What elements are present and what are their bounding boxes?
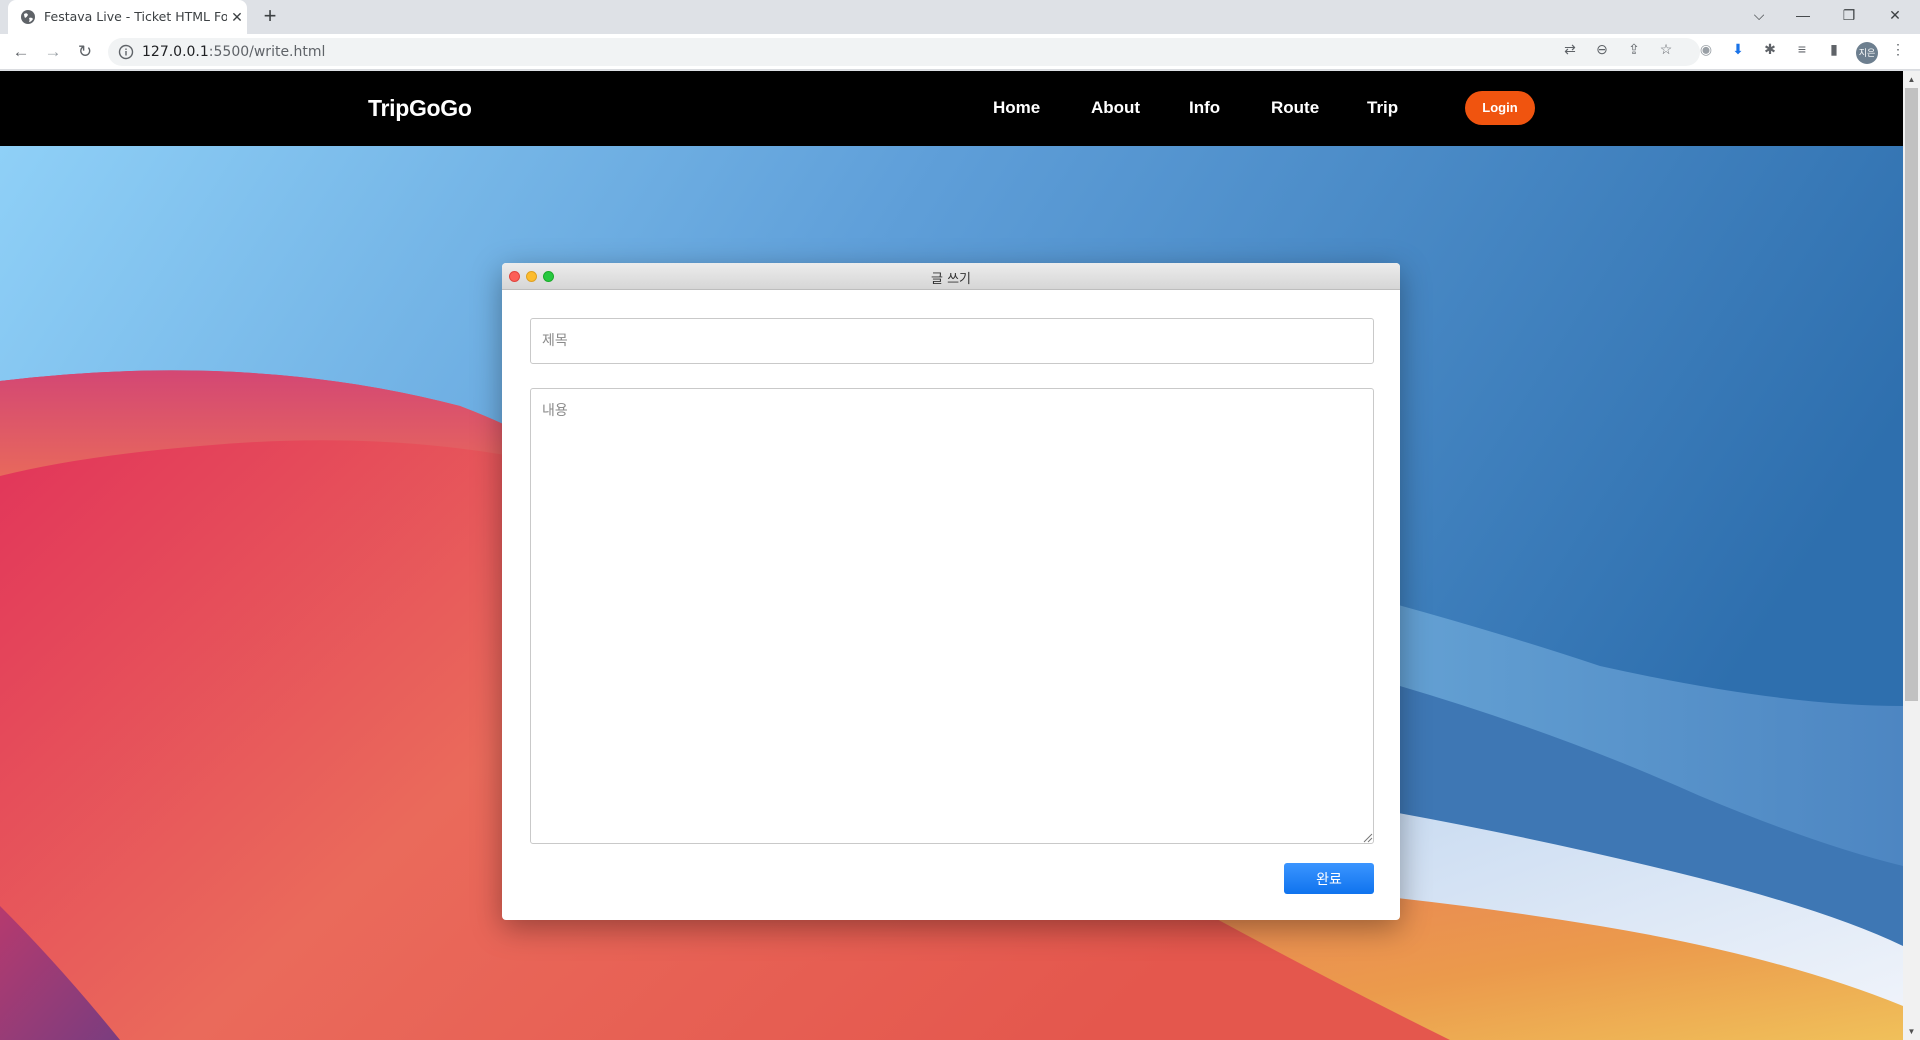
submit-button[interactable]: 완료 [1284, 863, 1374, 894]
nav-info[interactable]: Info [1189, 98, 1220, 118]
forward-icon[interactable]: → [41, 40, 65, 64]
window-title: 글 쓰기 [930, 272, 971, 287]
title-input[interactable] [530, 318, 1374, 364]
minimize-icon[interactable]: — [1780, 0, 1826, 30]
window-close-icon[interactable]: ✕ [1872, 0, 1918, 30]
url-path: :5500/write.html [208, 44, 326, 60]
browser-tab[interactable]: Festava Live - Ticket HTML Form ✕ [8, 0, 247, 34]
scroll-up-icon[interactable]: ▲ [1903, 71, 1920, 88]
scroll-thumb[interactable] [1905, 88, 1918, 701]
nav-home[interactable]: Home [993, 98, 1040, 118]
address-bar[interactable]: 127.0.0.1:5500/write.html [108, 38, 1700, 66]
reload-icon[interactable]: ↻ [73, 40, 97, 64]
puzzle-icon[interactable]: ✱ [1760, 39, 1780, 59]
nav-route[interactable]: Route [1271, 98, 1319, 118]
nav-about[interactable]: About [1091, 98, 1140, 118]
back-icon[interactable]: ← [9, 40, 33, 64]
browser-toolbar: ← → ↻ 127.0.0.1:5500/write.html ⇄ ⊖ ⇪ ☆ … [0, 34, 1920, 70]
write-window: 글 쓰기 완료 [502, 263, 1400, 920]
page-viewport: TripGoGo Home About Info Route Trip Logi… [0, 71, 1903, 1040]
chevron-down-icon[interactable]: ⌵ [1736, 0, 1782, 30]
zoom-out-icon[interactable]: ⊖ [1592, 39, 1612, 59]
tab-strip: Festava Live - Ticket HTML Form ✕ + ⌵ — … [0, 0, 1920, 34]
page-scrollbar[interactable]: ▲ ▼ [1903, 71, 1920, 1040]
restore-icon[interactable]: ❐ [1826, 0, 1872, 30]
window-titlebar[interactable]: 글 쓰기 [502, 263, 1400, 290]
globe-icon [21, 10, 35, 24]
content-textarea[interactable] [530, 388, 1374, 844]
translate-icon[interactable]: ⇄ [1560, 39, 1580, 59]
scroll-down-icon[interactable]: ▼ [1903, 1023, 1920, 1040]
url-host: 127.0.0.1 [142, 44, 209, 60]
reading-list-icon[interactable]: ≡ [1792, 39, 1812, 59]
extension-icon[interactable]: ◉ [1696, 39, 1716, 59]
site-logo[interactable]: TripGoGo [368, 95, 472, 122]
sidepanel-icon[interactable]: ▮ [1824, 39, 1844, 59]
info-icon[interactable] [118, 44, 134, 60]
tab-title: Festava Live - Ticket HTML Form [44, 9, 227, 24]
share-icon[interactable]: ⇪ [1624, 39, 1644, 59]
close-icon[interactable]: ✕ [229, 9, 245, 25]
url-text: 127.0.0.1:5500/write.html [142, 44, 325, 60]
site-navbar: TripGoGo Home About Info Route Trip Logi… [0, 71, 1903, 146]
star-icon[interactable]: ☆ [1656, 39, 1676, 59]
download-icon[interactable]: ⬇ [1728, 39, 1748, 59]
nav-trip[interactable]: Trip [1367, 98, 1398, 118]
login-button[interactable]: Login [1465, 91, 1535, 125]
resize-grip-icon[interactable] [1363, 833, 1373, 843]
menu-icon[interactable]: ⋮ [1888, 39, 1908, 59]
plus-icon[interactable]: + [258, 5, 282, 29]
avatar[interactable]: 지은 [1856, 42, 1878, 64]
